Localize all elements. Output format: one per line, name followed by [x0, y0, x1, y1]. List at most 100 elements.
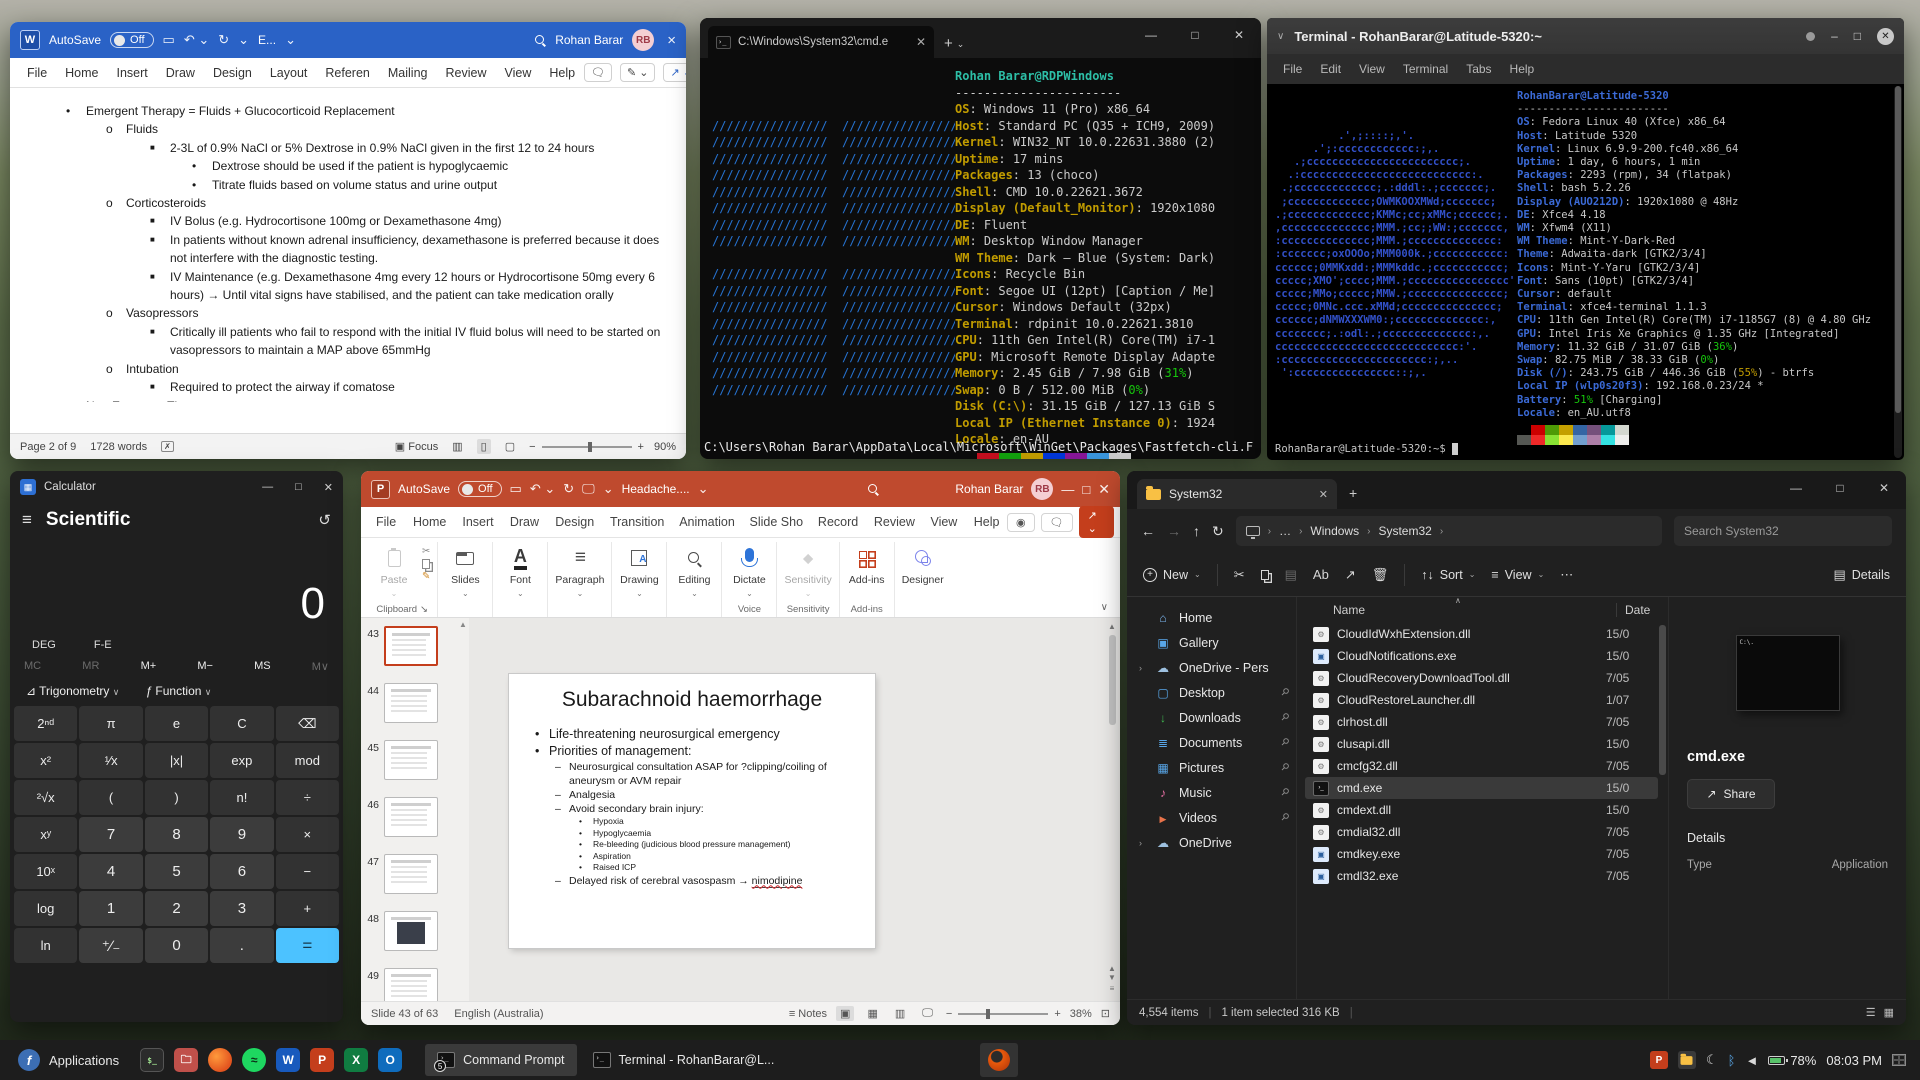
focus-mode-button[interactable]: ▣ Focus: [395, 440, 438, 453]
ribbon-tab[interactable]: Help: [965, 515, 1007, 529]
calculator-key[interactable]: C: [210, 706, 274, 741]
zoom-slider[interactable]: − +: [529, 441, 644, 453]
ribbon-tab[interactable]: Insert: [108, 66, 157, 80]
calculator-key[interactable]: exp: [210, 743, 274, 778]
language-indicator[interactable]: English (Australia): [454, 1008, 543, 1020]
ribbon-tab[interactable]: Home: [56, 66, 107, 80]
bluetooth-icon[interactable]: ᛒ: [1728, 1053, 1736, 1068]
window-menu-icon[interactable]: ∨: [1277, 31, 1284, 42]
ribbon-tab[interactable]: Animation: [670, 515, 740, 529]
cmd-terminal-output[interactable]: //////////////// ///////////////////////…: [700, 58, 1261, 459]
read-mode-icon[interactable]: ▥: [448, 439, 466, 454]
menu-item[interactable]: Edit: [1312, 62, 1349, 76]
calculator-key[interactable]: e: [144, 706, 209, 741]
fit-slide-icon[interactable]: ⊡: [1101, 1007, 1110, 1020]
breadcrumb-ellipsis[interactable]: …: [1279, 524, 1291, 538]
save-icon[interactable]: ▭: [163, 32, 175, 48]
autosave-toggle[interactable]: Off: [110, 32, 154, 48]
scrollbar[interactable]: [1894, 86, 1902, 458]
calculator-key[interactable]: 2ⁿᵈ: [14, 706, 78, 741]
fe-button[interactable]: F-E: [94, 639, 112, 651]
calculator-key[interactable]: ¹∕x: [79, 743, 143, 778]
ribbon-tab[interactable]: Record: [809, 515, 865, 529]
memory-button[interactable]: M∨: [312, 660, 329, 673]
back-icon[interactable]: ←: [1141, 523, 1155, 539]
copy-icon[interactable]: [1260, 569, 1269, 580]
tray-powerpoint-icon[interactable]: P: [1649, 1051, 1668, 1069]
close-button[interactable]: ✕: [324, 481, 333, 494]
file-row[interactable]: CloudRestoreLauncher.dll 1/07: [1305, 689, 1658, 711]
history-icon[interactable]: ↺: [318, 511, 331, 529]
slide-thumbnail[interactable]: 44: [365, 683, 455, 723]
function-dropdown[interactable]: ƒ Function ∨: [145, 684, 211, 698]
reading-view-icon[interactable]: ▥: [891, 1006, 909, 1021]
slide-thumbnail[interactable]: 45: [365, 740, 455, 780]
redo-icon[interactable]: ↻: [563, 481, 574, 497]
minimize-button[interactable]: —: [1129, 18, 1173, 52]
avatar[interactable]: RB: [1031, 478, 1054, 500]
document-name[interactable]: E...: [258, 33, 276, 47]
editing-button[interactable]: Editing ⌄: [674, 542, 714, 598]
slideshow-icon[interactable]: 🖵: [918, 1006, 937, 1021]
share-icon[interactable]: ↗: [1345, 567, 1356, 583]
document-canvas[interactable]: • Emergent Therapy = Fluids + Glucocorti…: [10, 88, 686, 402]
sidebar-item[interactable]: Videos ⚲: [1133, 805, 1294, 830]
cut-icon[interactable]: ✂: [1234, 567, 1245, 583]
up-icon[interactable]: ↑: [1193, 523, 1200, 539]
menu-item[interactable]: View: [1351, 62, 1393, 76]
file-row[interactable]: clusapi.dll 15/0: [1305, 733, 1658, 755]
powerpoint-titlebar[interactable]: P AutoSave Off ▭ ↶ ⌄ ↻ 🖵 ⌄ Headache.... …: [361, 471, 1120, 507]
search-input[interactable]: Search System32: [1674, 516, 1892, 546]
font-button[interactable]: A Font ⌄: [500, 542, 540, 598]
undo-icon[interactable]: ↶ ⌄: [184, 32, 209, 48]
breadcrumb-item[interactable]: System32: [1378, 524, 1431, 538]
menu-item[interactable]: Terminal: [1395, 62, 1456, 76]
ribbon-tab[interactable]: Design: [546, 515, 601, 529]
proofing-icon[interactable]: ✗: [161, 441, 174, 452]
ribbon-tab[interactable]: Draw: [157, 66, 204, 80]
ribbon-tab[interactable]: Review: [865, 515, 922, 529]
calculator-key[interactable]: π: [79, 706, 143, 741]
maximize-button[interactable]: □: [1082, 482, 1090, 497]
web-layout-icon[interactable]: ▢: [501, 439, 519, 454]
sidebar-item[interactable]: Home ⚲: [1133, 605, 1294, 630]
comments-button[interactable]: 🗨: [1040, 512, 1073, 532]
calculator-key[interactable]: log: [14, 891, 78, 926]
undo-icon[interactable]: ↶ ⌄: [530, 481, 555, 497]
app-launcher[interactable]: $_: [135, 1043, 169, 1077]
calculator-key[interactable]: 3: [210, 891, 274, 926]
sticky-icon[interactable]: [1806, 31, 1816, 41]
maximize-button[interactable]: □: [1818, 471, 1862, 505]
menu-item[interactable]: Help: [1502, 62, 1543, 76]
explorer-tab[interactable]: System32 ✕: [1137, 479, 1337, 509]
calculator-key[interactable]: ×: [275, 817, 339, 852]
maximize-button[interactable]: □: [1173, 18, 1217, 52]
paste-icon[interactable]: ▤: [1285, 567, 1297, 583]
file-row[interactable]: cmdl32.exe 7/05: [1305, 865, 1658, 887]
sidebar-item[interactable]: Downloads ⚲: [1133, 705, 1294, 730]
slide-thumbnail[interactable]: 46: [365, 797, 455, 837]
list-view-toggle-icon[interactable]: ☰: [1866, 1006, 1876, 1019]
ribbon-tab[interactable]: Draw: [501, 515, 546, 529]
calculator-key[interactable]: 0: [144, 928, 209, 963]
scrollbar[interactable]: [1659, 625, 1666, 775]
terminal-titlebar[interactable]: ∨ Terminal - RohanBarar@Latitude-5320:~ …: [1267, 18, 1904, 54]
file-row[interactable]: cmdial32.dll 7/05: [1305, 821, 1658, 843]
new-tab-button[interactable]: +: [1349, 485, 1357, 501]
calculator-titlebar[interactable]: ▦ Calculator — □ ✕: [10, 471, 343, 503]
slide-thumbnail[interactable]: 47: [365, 854, 455, 894]
app-launcher[interactable]: [203, 1043, 237, 1077]
collapse-ribbon-icon[interactable]: ∨: [1101, 602, 1114, 617]
file-row[interactable]: cmcfg32.dll 7/05: [1305, 755, 1658, 777]
slides-button[interactable]: Slides ⌄: [445, 542, 485, 598]
column-headers[interactable]: ∧ Name Date: [1305, 597, 1668, 623]
file-row[interactable]: CloudRecoveryDownloadTool.dll 7/05: [1305, 667, 1658, 689]
clock[interactable]: 08:03 PM: [1826, 1053, 1882, 1068]
applications-menu-button[interactable]: f Applications: [6, 1040, 131, 1080]
breadcrumb-item[interactable]: Windows: [1310, 524, 1359, 538]
tray-folder-icon[interactable]: [1677, 1051, 1696, 1069]
calculator-key[interactable]: |x|: [144, 743, 209, 778]
slide-sorter-icon[interactable]: ▦: [863, 1006, 881, 1021]
explorer-tabbar[interactable]: System32 ✕ + — □ ✕: [1127, 471, 1906, 509]
large-icons-toggle-icon[interactable]: ▦: [1884, 1006, 1894, 1019]
